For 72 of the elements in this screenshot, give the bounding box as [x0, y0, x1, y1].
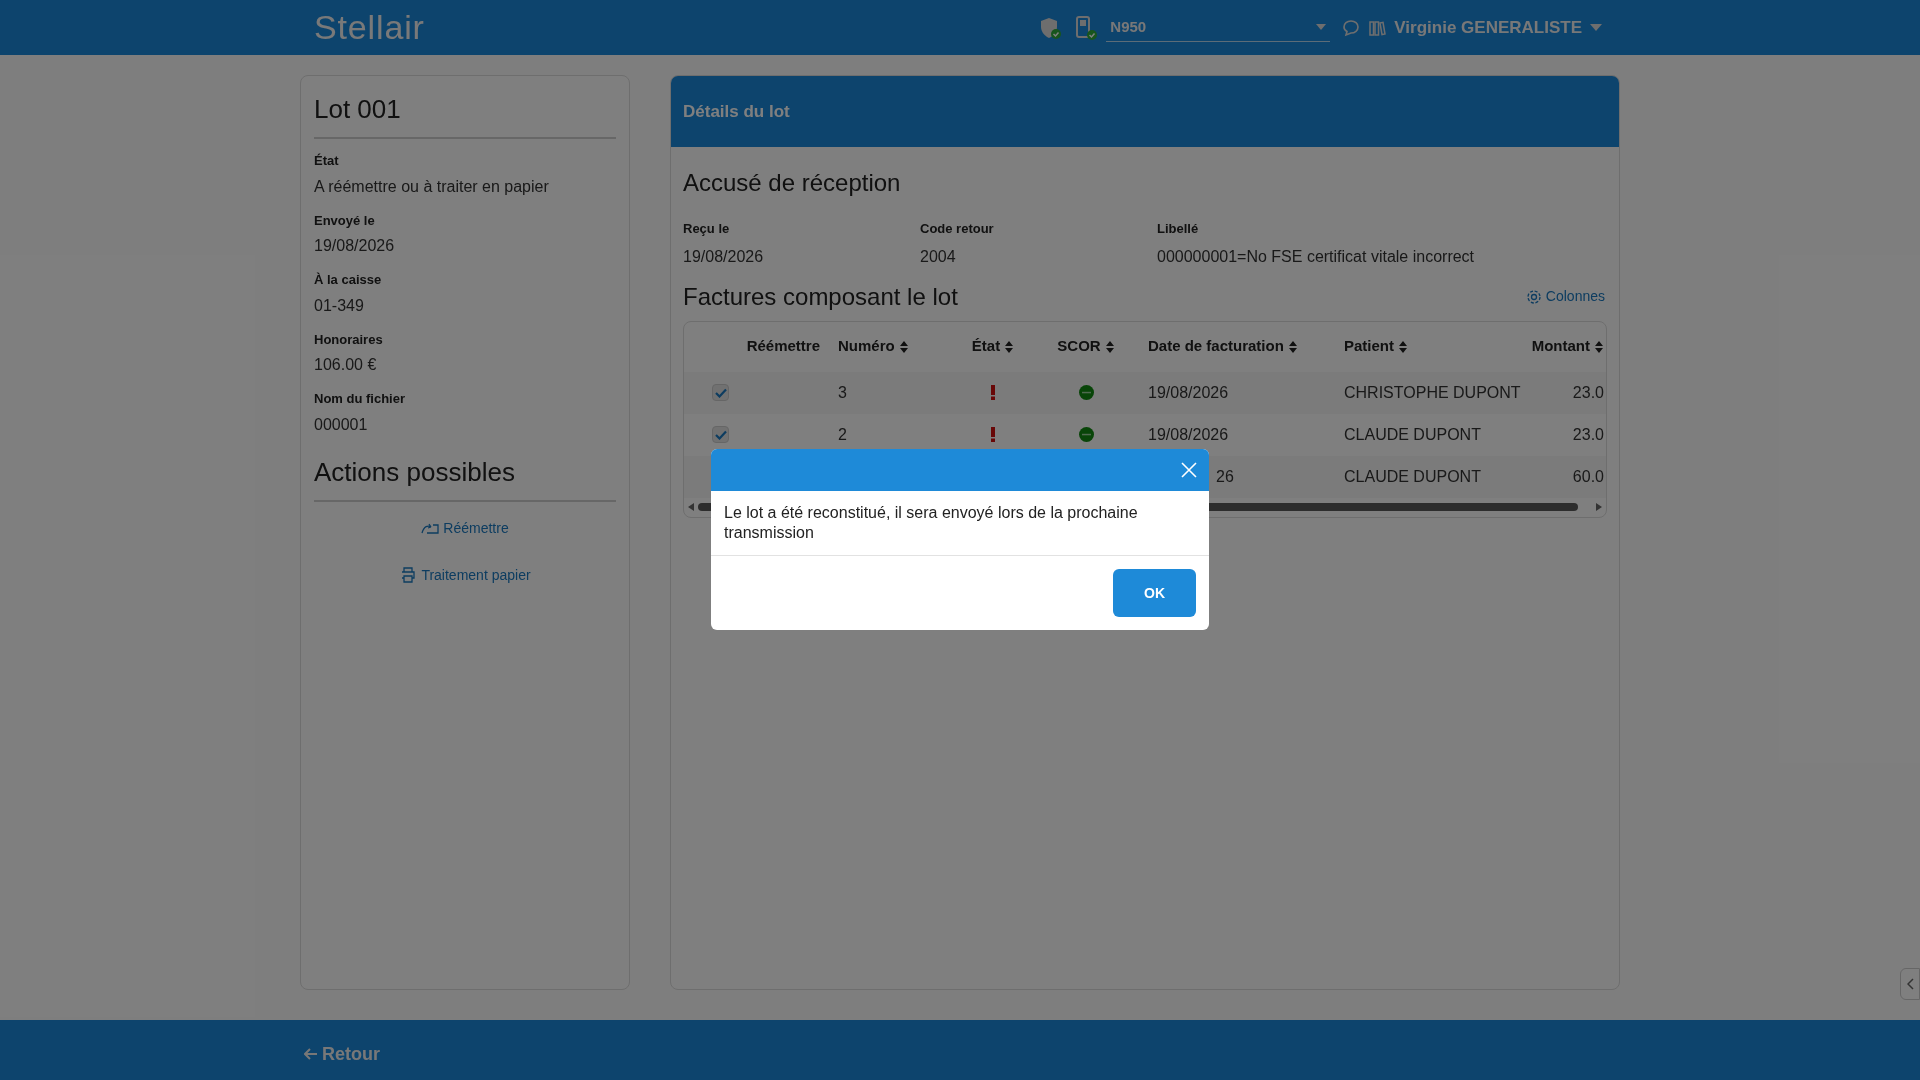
table-cell: 26	[1216, 467, 1234, 485]
action-link[interactable]: Réémettre	[421, 517, 509, 539]
table-cell: CLAUDE DUPONT	[1344, 467, 1481, 485]
close-icon[interactable]	[1181, 462, 1197, 478]
side-tab[interactable]	[1900, 968, 1920, 1000]
field-value: A réémettre ou à traiter en papier	[314, 176, 550, 197]
field-value: 000001	[314, 414, 369, 435]
field-label: Nom du fichier	[314, 390, 406, 408]
table-cell: 2	[838, 425, 847, 443]
field-value: 000000001=No FSE certificat vitale incorrect	[1157, 246, 1475, 267]
chat-bubble-icon[interactable]	[1342, 18, 1361, 37]
status-dot-icon	[1078, 385, 1094, 400]
table-cell: 19/08/2026	[1148, 425, 1229, 443]
details-title: Détails du lot	[683, 100, 790, 123]
field-label: État	[314, 152, 340, 170]
user-menu[interactable]: Virginie GENERALISTE	[1394, 14, 1602, 41]
logo: Stellair	[314, 7, 425, 48]
column-header[interactable]: État	[950, 335, 1036, 358]
exclamation-icon	[991, 385, 995, 400]
table-cell: 3	[838, 383, 847, 401]
field-label: Code retour	[920, 220, 995, 238]
field-value: 2004	[920, 246, 957, 267]
field-label: Libellé	[1157, 220, 1200, 238]
column-header[interactable]: Numéro	[834, 335, 950, 358]
arrow-left-icon	[304, 1048, 318, 1060]
field-value: 01-349	[314, 295, 365, 316]
send-arrow-icon	[421, 522, 440, 534]
caret-down-icon	[1316, 24, 1327, 30]
scroll-right-icon[interactable]	[1596, 502, 1602, 511]
table-cell-text: 23.0	[1572, 424, 1604, 445]
exclamation-icon	[991, 427, 995, 442]
scroll-left-icon[interactable]	[688, 502, 694, 511]
device-select[interactable]: N950	[1106, 13, 1331, 42]
table-cell: 19/08/2026	[1148, 383, 1229, 401]
shield-check-icon	[1038, 15, 1063, 40]
printer-icon	[399, 566, 418, 584]
column-header[interactable]: Réémettre	[684, 335, 834, 358]
table-cell-text: 23.0	[1572, 382, 1604, 403]
actions-title: Actions possibles	[314, 452, 616, 502]
check-icon	[714, 387, 727, 398]
column-header[interactable]: Montant	[1520, 335, 1606, 358]
dialog-message: Le lot a été reconstitué, il sera envoyé lors de la prochaine transmission	[711, 491, 1209, 556]
table-cell: CLAUDE DUPONT	[1344, 425, 1481, 443]
ack-title: Accusé de réception	[683, 168, 902, 198]
field-label: À la caisse	[314, 271, 383, 289]
columns-link[interactable]: Colonnes	[1525, 286, 1605, 307]
action-link[interactable]: Traitement papier	[399, 564, 531, 586]
field-value: 106.00 €	[314, 355, 378, 375]
field-label: Reçu le	[683, 220, 731, 238]
table-row[interactable]: 3 19/08/2026 CHRISTOPHE DUPONT 23.0	[684, 371, 1606, 414]
invoices-title: Factures composant le lot	[683, 281, 958, 312]
field-value: 19/08/2026	[314, 236, 396, 256]
settings-icon	[1525, 288, 1542, 305]
status-dot-icon	[1078, 427, 1094, 442]
column-header[interactable]: SCOR	[1036, 335, 1136, 358]
back-link[interactable]: Retour	[304, 1032, 380, 1068]
lot-title: Lot 001	[314, 90, 616, 139]
check-icon	[714, 429, 727, 440]
field-value: 19/08/2026	[683, 246, 765, 267]
field-label: Envoyé le	[314, 211, 376, 230]
books-icon[interactable]	[1368, 18, 1387, 37]
checkbox[interactable]	[712, 384, 729, 401]
table-cell: CHRISTOPHE DUPONT	[1344, 383, 1521, 401]
table-cell-text: 60.0	[1572, 466, 1604, 487]
checkbox[interactable]	[712, 426, 729, 443]
caret-down-icon	[1590, 24, 1602, 31]
card-reader-check-icon	[1074, 14, 1099, 41]
column-header[interactable]: Date de facturation	[1136, 335, 1332, 358]
chevron-left-icon	[1906, 978, 1914, 990]
ok-button[interactable]: OK	[1113, 569, 1196, 617]
field-label: Honoraires	[314, 330, 384, 349]
column-header[interactable]: Patient	[1332, 335, 1520, 358]
